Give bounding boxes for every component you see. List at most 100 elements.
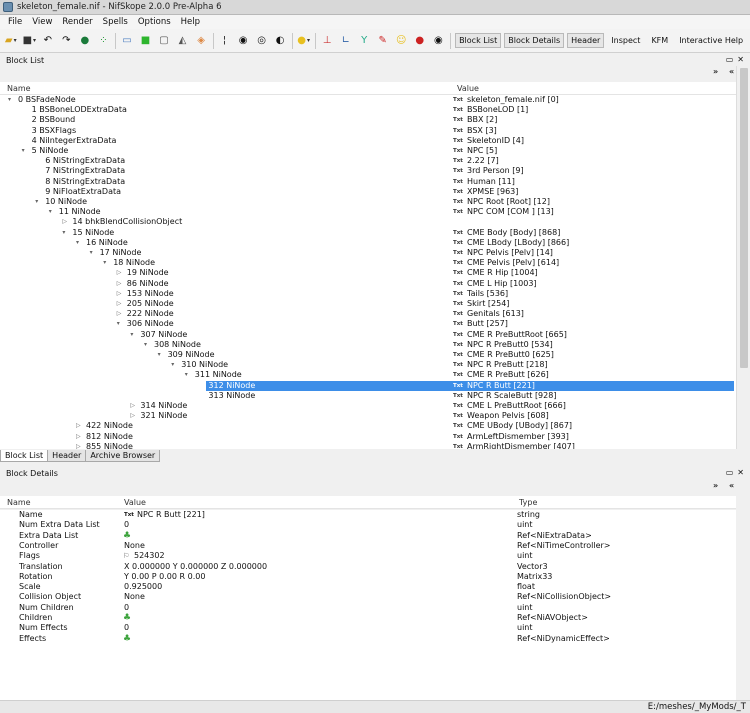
collapsed-arrow-icon[interactable]: ▷ — [117, 268, 122, 278]
collapsed-arrow-icon[interactable]: ▷ — [117, 299, 122, 309]
collapse-all-icon[interactable]: « — [729, 67, 734, 77]
tree-row[interactable]: 7 NiStringExtraData Txt 3rd Person [9] — [0, 166, 736, 176]
tree-row[interactable]: 9 NiFloatExtraData Txt XPMSE [963] — [0, 187, 736, 197]
collapsed-arrow-icon[interactable]: ▷ — [76, 442, 81, 449]
tree-row[interactable]: ▾ 307 NiNode Txt CME R PreButtRoot [665] — [0, 330, 736, 340]
link-icon[interactable]: ♣ — [123, 634, 131, 644]
detail-row[interactable]: Controller None Ref<NiTimeController> — [0, 541, 736, 551]
shape-icon[interactable]: ◭ — [176, 34, 190, 48]
collapsed-arrow-icon[interactable]: ▷ — [130, 401, 135, 411]
detail-field-value[interactable]: 0 — [124, 623, 129, 633]
detail-row[interactable]: Children ♣ Ref<NiAVObject> — [0, 613, 736, 623]
tab-archive-browser[interactable]: Archive Browser — [85, 450, 161, 462]
green-box-icon[interactable]: ■ — [139, 34, 153, 48]
collapsed-arrow-icon[interactable]: ▷ — [76, 432, 81, 442]
expanded-arrow-icon[interactable]: ▾ — [90, 248, 93, 258]
expanded-arrow-icon[interactable]: ▾ — [117, 319, 120, 329]
detail-field-value[interactable]: None — [124, 541, 145, 551]
link-icon[interactable]: ♣ — [123, 531, 131, 541]
menu-help[interactable]: Help — [176, 17, 205, 27]
tree-row[interactable]: 2 BSBound Txt BBX [2] — [0, 115, 736, 125]
detail-field-value[interactable]: X 0.000000 Y 0.000000 Z 0.000000 — [124, 562, 267, 572]
detail-field-value[interactable]: 0.925000 — [124, 582, 162, 592]
float-panel-icon[interactable]: ▭ — [726, 55, 734, 64]
open-folder-icon[interactable]: ▰ — [4, 34, 18, 48]
expanded-arrow-icon[interactable]: ▾ — [35, 197, 38, 207]
detail-row[interactable]: Num Effects 0 uint — [0, 623, 736, 633]
light-bulb-icon[interactable]: ● — [297, 34, 311, 48]
menu-render[interactable]: Render — [57, 17, 97, 27]
expanded-arrow-icon[interactable]: ▾ — [8, 95, 11, 105]
detail-row[interactable]: Extra Data List ♣ Ref<NiExtraData> — [0, 531, 736, 541]
expanded-arrow-icon[interactable]: ▾ — [130, 330, 133, 340]
tree-row[interactable]: ▷ 812 NiNode Txt ArmLeftDismember [393] — [0, 432, 736, 442]
redo-icon[interactable]: ↷ — [60, 34, 74, 48]
view-icon[interactable]: ◐ — [273, 34, 287, 48]
tree-row[interactable]: ▷ 14 bhkBlendCollisionObject — [0, 217, 736, 227]
collapsed-arrow-icon[interactable]: ▷ — [130, 411, 135, 421]
collapse-all-icon[interactable]: « — [729, 481, 734, 491]
window-icon[interactable]: ▭ — [120, 34, 134, 48]
expanded-arrow-icon[interactable]: ▾ — [158, 350, 161, 360]
detail-field-value[interactable]: 0 — [124, 520, 129, 530]
expanded-arrow-icon[interactable]: ▾ — [22, 146, 25, 156]
tree-row[interactable]: ▾ 15 NiNode Txt CME Body [Body] [868] — [0, 228, 736, 238]
value-column-header[interactable]: Value — [457, 84, 479, 93]
tree-row[interactable]: 1 BSBoneLODExtraData Txt BSBoneLOD [1] — [0, 105, 736, 115]
detail-row[interactable]: Scale 0.925000 float — [0, 582, 736, 592]
float-panel-icon[interactable]: ▭ — [726, 468, 734, 477]
tree-row[interactable]: 8 NiStringExtraData Txt Human [11] — [0, 177, 736, 187]
menu-options[interactable]: Options — [133, 17, 176, 27]
kfm-toggle[interactable]: KFM — [647, 33, 672, 48]
tree-row[interactable]: 4 NiIntegerExtraData Txt SkeletonID [4] — [0, 136, 736, 146]
tree-row[interactable]: ▾ 0 BSFadeNode Txt skeleton_female.nif [0] — [0, 95, 736, 105]
tree-row[interactable]: 3 BSXFlags Txt BSX [3] — [0, 126, 736, 136]
detail-row[interactable]: Name Txt NPC R Butt [221] string — [0, 510, 736, 520]
expand-all-icon[interactable]: » — [713, 67, 718, 77]
expanded-arrow-icon[interactable]: ▾ — [49, 207, 52, 217]
frame-icon[interactable]: ▢ — [157, 34, 171, 48]
detail-field-value[interactable]: None — [124, 592, 145, 602]
detail-value-column-header[interactable]: Value — [124, 498, 146, 507]
expanded-arrow-icon[interactable]: ▾ — [185, 370, 188, 380]
flags-icon[interactable]: ⚐ — [123, 551, 129, 561]
tree-row[interactable]: ▷ 422 NiNode Txt CME UBody [UBody] [867] — [0, 421, 736, 431]
tab-block-list[interactable]: Block List — [0, 450, 49, 462]
detail-row[interactable]: Num Children 0 uint — [0, 603, 736, 613]
block-details-toggle[interactable]: Block Details — [504, 33, 565, 48]
expanded-arrow-icon[interactable]: ▾ — [171, 360, 174, 370]
detail-row[interactable]: Effects ♣ Ref<NiDynamicEffect> — [0, 634, 736, 644]
collapsed-arrow-icon[interactable]: ▷ — [117, 289, 122, 299]
save-icon[interactable]: ■ — [23, 34, 37, 48]
tree-row[interactable]: ▾ 11 NiNode Txt NPC COM [COM ] [13] — [0, 207, 736, 217]
tree-row[interactable]: ▷ 205 NiNode Txt Skirt [254] — [0, 299, 736, 309]
tree-row[interactable]: 313 NiNode Txt NPC R ScaleButt [928] — [0, 391, 736, 401]
scrollbar-thumb[interactable] — [740, 68, 748, 368]
header-toggle[interactable]: Header — [567, 33, 605, 48]
expanded-arrow-icon[interactable]: ▾ — [76, 238, 79, 248]
undo-icon[interactable]: ↶ — [41, 34, 55, 48]
tab-header[interactable]: Header — [47, 450, 87, 462]
eye-toggle-icon[interactable]: ◉ — [432, 34, 446, 48]
tree-row[interactable]: ▾ 10 NiNode Txt NPC Root [Root] [12] — [0, 197, 736, 207]
detail-row[interactable]: Translation X 0.000000 Y 0.000000 Z 0.000… — [0, 562, 736, 572]
menu-view[interactable]: View — [27, 17, 57, 27]
tree-row[interactable]: ▾ 308 NiNode Txt NPC R PreButt0 [534] — [0, 340, 736, 350]
block-details-table[interactable]: Name Txt NPC R Butt [221] string Num Extra D… — [0, 510, 736, 700]
skeleton-icon[interactable]: ¦ — [218, 34, 232, 48]
detail-field-value[interactable]: Y 0.00 P 0.00 R 0.00 — [124, 572, 205, 582]
tree-row[interactable]: ▾ 311 NiNode Txt CME R PreButt [626] — [0, 370, 736, 380]
block-list-scrollbar[interactable] — [736, 66, 750, 449]
expanded-arrow-icon[interactable]: ▾ — [144, 340, 147, 350]
tree-row[interactable]: ▷ 86 NiNode Txt CME L Hip [1003] — [0, 279, 736, 289]
branch-icon[interactable]: Y — [357, 34, 371, 48]
detail-row[interactable]: Collision Object None Ref<NiCollisionObjec… — [0, 592, 736, 602]
expanded-arrow-icon[interactable]: ▾ — [62, 228, 65, 238]
collapsed-arrow-icon[interactable]: ▷ — [117, 309, 122, 319]
name-column-header[interactable]: Name — [7, 84, 31, 93]
tree-row[interactable]: ▾ 306 NiNode Txt Butt [257] — [0, 319, 736, 329]
globe-icon[interactable]: ● — [78, 34, 92, 48]
close-panel-icon[interactable]: ✕ — [737, 55, 744, 64]
link-icon[interactable]: ♣ — [123, 613, 131, 623]
collapsed-arrow-icon[interactable]: ▷ — [62, 217, 67, 227]
